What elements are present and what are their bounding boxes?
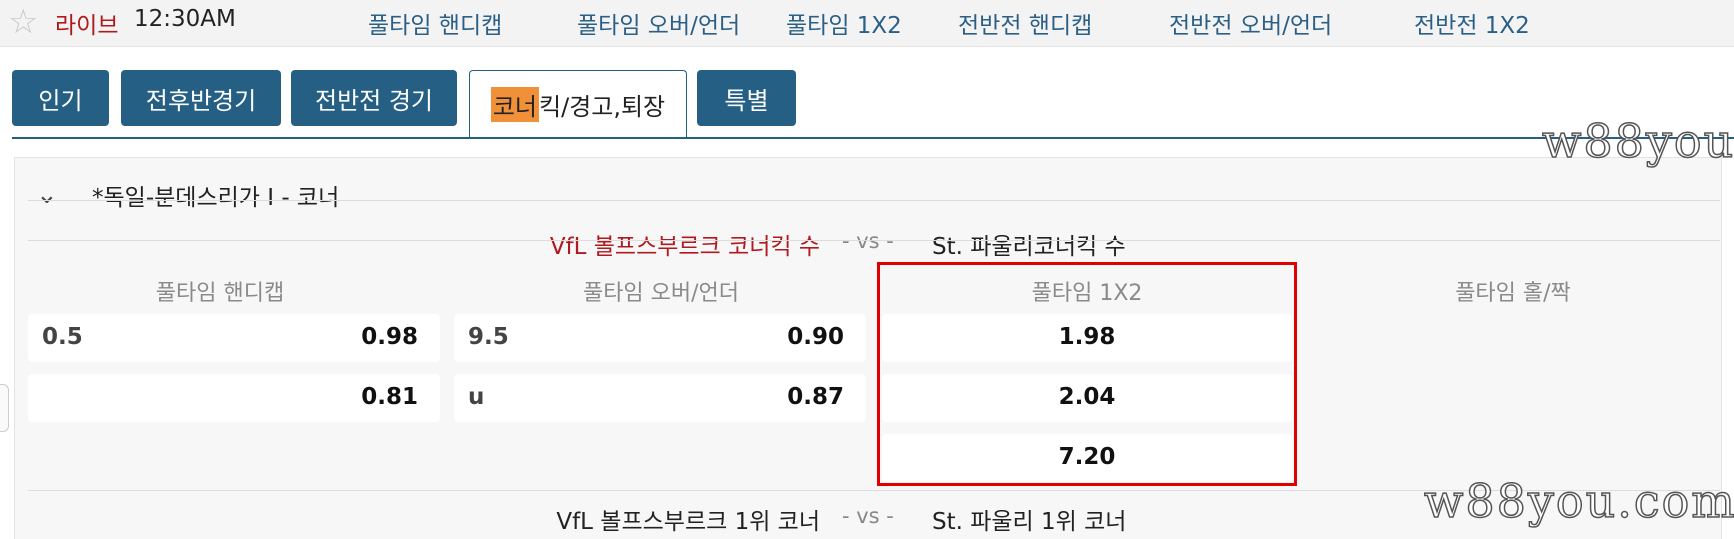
tab-label: 인기 — [38, 86, 83, 115]
odds-value: 0.98 — [361, 324, 418, 350]
total-line: u — [468, 384, 485, 410]
nav-fulltime-1x2[interactable]: 풀타임 1X2 — [786, 6, 902, 40]
tab-underline — [12, 137, 1734, 139]
odds-value: 0.87 — [787, 384, 844, 410]
league-title[interactable]: *독일-분데스리가 I - 코너 — [92, 178, 339, 212]
home-team: VfL 볼프스부르크 1위 코너 — [556, 509, 820, 535]
nav-firsthalf-1x2[interactable]: 전반전 1X2 — [1414, 6, 1530, 40]
away-team: St. 파울리코너킥 수 — [932, 234, 1126, 260]
column-header: 풀타임 핸디캡 — [155, 281, 285, 306]
odds-cell[interactable]: 0.81 — [28, 374, 440, 422]
odds-cell[interactable]: 0.5 0.98 — [28, 314, 440, 362]
divider — [28, 240, 1720, 241]
clock-time: 12:30AM — [134, 6, 236, 32]
tab-label: 킥/경고,퇴장 — [539, 93, 666, 121]
watermark-text: w88you.com — [1542, 114, 1734, 168]
tab-label: 전후반경기 — [145, 86, 257, 115]
tab-label: 특별 — [724, 86, 769, 115]
side-handle[interactable] — [0, 384, 9, 432]
star-icon[interactable]: ☆ — [8, 4, 38, 40]
top-bar: ☆ 라이브 12:30AM 풀타임 핸디캡 풀타임 오버/언더 풀타임 1X2 … — [0, 0, 1734, 47]
tab-label: 전반전 경기 — [314, 86, 434, 115]
home-team: VfL 볼프스부르크 코너킥 수 — [549, 234, 820, 260]
odds-cell[interactable]: u 0.87 — [454, 374, 866, 422]
handicap-line: 0.5 — [42, 324, 83, 350]
vs-label: - vs - — [842, 504, 894, 528]
vs-label: - vs - — [842, 229, 894, 253]
live-label[interactable]: 라이브 — [55, 6, 118, 40]
away-team: St. 파울리 1위 코너 — [932, 509, 1127, 535]
odds-value: 0.90 — [787, 324, 844, 350]
tab-special[interactable]: 특별 — [697, 70, 796, 126]
tab-corner-cards[interactable]: 코너 킥/경고,퇴장 — [469, 70, 687, 138]
watermark-text: w88you.com — [1423, 473, 1734, 529]
tab-first-half[interactable]: 전반전 경기 — [291, 70, 457, 126]
tab-label-highlight: 코너 — [490, 87, 540, 122]
total-line: 9.5 — [468, 324, 509, 350]
odds-cell[interactable]: 9.5 0.90 — [454, 314, 866, 362]
nav-firsthalf-handicap[interactable]: 전반전 핸디캡 — [958, 6, 1092, 40]
tab-full-and-half[interactable]: 전후반경기 — [121, 70, 281, 126]
nav-firsthalf-overunder[interactable]: 전반전 오버/언더 — [1169, 6, 1332, 40]
tab-popular[interactable]: 인기 — [12, 70, 109, 126]
column-header: 풀타임 홀/짝 — [1455, 281, 1571, 306]
nav-fulltime-overunder[interactable]: 풀타임 오버/언더 — [577, 6, 740, 40]
odds-value: 0.81 — [361, 384, 418, 410]
column-header: 풀타임 오버/언더 — [582, 281, 740, 306]
highlight-box — [877, 262, 1297, 486]
chevron-down-icon[interactable]: ⌄ — [36, 180, 58, 210]
divider — [28, 200, 1720, 201]
nav-fulltime-handicap[interactable]: 풀타임 핸디캡 — [368, 6, 502, 40]
